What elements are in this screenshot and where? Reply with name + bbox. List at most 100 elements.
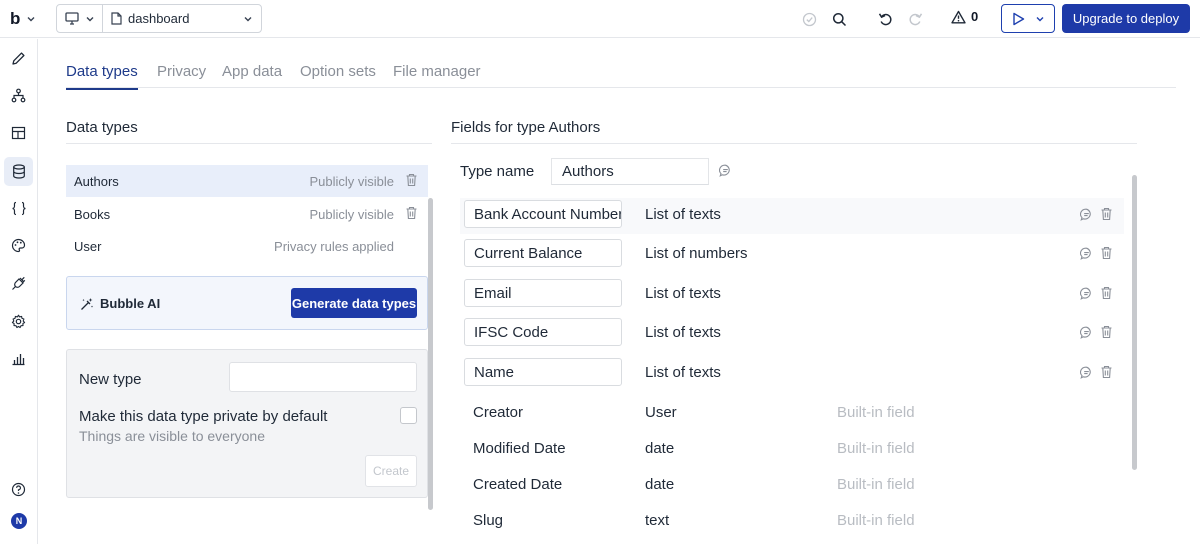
workflow-icon [11,88,26,103]
built-in-note: Built-in field [837,404,915,421]
field-name-input[interactable]: Email [464,279,622,307]
comment-icon[interactable] [1080,287,1093,300]
field-type: User [645,404,677,421]
right-scrollbar[interactable] [1132,175,1137,470]
type-row-user[interactable]: User Privacy rules applied [66,230,428,262]
search-button[interactable] [829,9,849,29]
tab-app-data[interactable]: App data [222,63,282,80]
preview-button[interactable] [1001,4,1055,33]
page-icon [111,12,122,25]
trash-icon[interactable] [1100,325,1113,339]
private-default-checkbox[interactable] [400,407,417,424]
trash-icon[interactable] [1100,246,1113,260]
type-name-input[interactable]: Authors [551,158,709,185]
type-name: Books [74,206,111,222]
plug-icon [12,276,26,290]
rail-workflow[interactable] [4,81,33,110]
trash-icon[interactable] [405,173,418,187]
braces-icon [11,201,26,216]
check-status-button[interactable] [799,9,819,29]
comment-icon[interactable] [719,164,732,177]
field-type[interactable]: List of texts [645,206,721,223]
monitor-icon [64,12,79,25]
divider [66,143,432,144]
rail-settings[interactable] [4,307,33,336]
bar-chart-icon [12,354,25,366]
page-selector: dashboard [56,4,262,33]
field-name-input[interactable]: Current Balance [464,239,622,267]
field-type[interactable]: List of texts [645,324,721,341]
help-circle-icon [11,482,26,497]
field-row-email: Email List of texts [460,277,1124,313]
type-name: User [74,238,102,254]
built-in-note: Built-in field [837,440,915,457]
field-actions [1080,207,1113,221]
rail-data[interactable] [4,157,33,186]
field-type[interactable]: List of numbers [645,245,748,262]
redo-button[interactable] [905,9,925,29]
left-scrollbar[interactable] [428,198,433,510]
field-name: Creator [473,403,524,421]
rail-styles-palette[interactable] [4,231,33,260]
field-row-creator: Creator User Built-in field [460,396,1124,432]
field-type[interactable]: List of texts [645,285,721,302]
comment-icon[interactable] [1080,208,1093,221]
field-name: Created Date [473,475,563,493]
comment-icon[interactable] [1080,366,1093,379]
tab-option-sets[interactable]: Option sets [300,63,376,80]
rail-design[interactable] [4,44,33,73]
new-type-input[interactable] [229,362,417,392]
field-name-input[interactable]: Name [464,358,622,386]
bubble-ai-label: Bubble AI [80,296,160,311]
type-visibility: Publicly visible [309,206,394,222]
issues-count: 0 [971,9,979,24]
type-visibility: Publicly visible [309,173,394,189]
type-visibility: Privacy rules applied [274,238,394,254]
top-bar: b dashboard 0 Upgrade to deploy [0,0,1200,38]
undo-icon [878,13,892,26]
field-actions [1080,286,1113,300]
trash-icon[interactable] [1100,365,1113,379]
create-button[interactable]: Create [365,455,417,487]
trash-icon[interactable] [1100,286,1113,300]
data-tabs: Data types Privacy App data Option sets … [66,60,1176,90]
user-avatar[interactable]: N [11,513,27,529]
upgrade-to-deploy-button[interactable]: Upgrade to deploy [1062,4,1190,33]
issues-indicator[interactable]: 0 [951,9,978,24]
rail-help[interactable] [4,475,33,504]
field-actions [1080,246,1113,260]
rail-plugins[interactable] [4,269,33,298]
tab-privacy[interactable]: Privacy [157,63,206,80]
trash-icon[interactable] [405,206,418,220]
type-row-authors[interactable]: Authors Publicly visible [66,165,428,197]
type-row-books[interactable]: Books Publicly visible [66,198,428,230]
rail-plugins-code[interactable] [4,194,33,223]
field-name-input[interactable]: IFSC Code [464,318,622,346]
field-type: text [645,512,670,529]
undo-button[interactable] [875,9,895,29]
generate-data-types-button[interactable]: Generate data types [291,288,417,318]
gear-icon [11,314,26,329]
field-type[interactable]: List of texts [645,364,721,381]
new-type-panel: New type Make this data type private by … [66,349,428,498]
pencil-icon [12,52,25,65]
bubble-ai-text: Bubble AI [100,296,161,311]
data-types-heading: Data types [66,119,138,136]
divider [451,143,1137,144]
page-dropdown[interactable]: dashboard [103,11,261,26]
field-name-input[interactable]: Bank Account Number [464,200,622,228]
rail-logs[interactable] [4,344,33,373]
tab-data-types[interactable]: Data types [66,63,138,90]
device-selector[interactable] [57,5,103,32]
chevron-down-icon [1036,16,1043,21]
chevron-down-icon [86,16,93,21]
tab-file-manager[interactable]: File manager [393,63,481,80]
play-icon [1012,12,1024,25]
trash-icon[interactable] [1100,207,1113,221]
comment-icon[interactable] [1080,247,1093,260]
magic-wand-icon [81,297,94,310]
search-icon [832,12,846,26]
app-menu[interactable]: b [10,7,36,31]
comment-icon[interactable] [1080,326,1093,339]
rail-styles[interactable] [4,118,33,147]
